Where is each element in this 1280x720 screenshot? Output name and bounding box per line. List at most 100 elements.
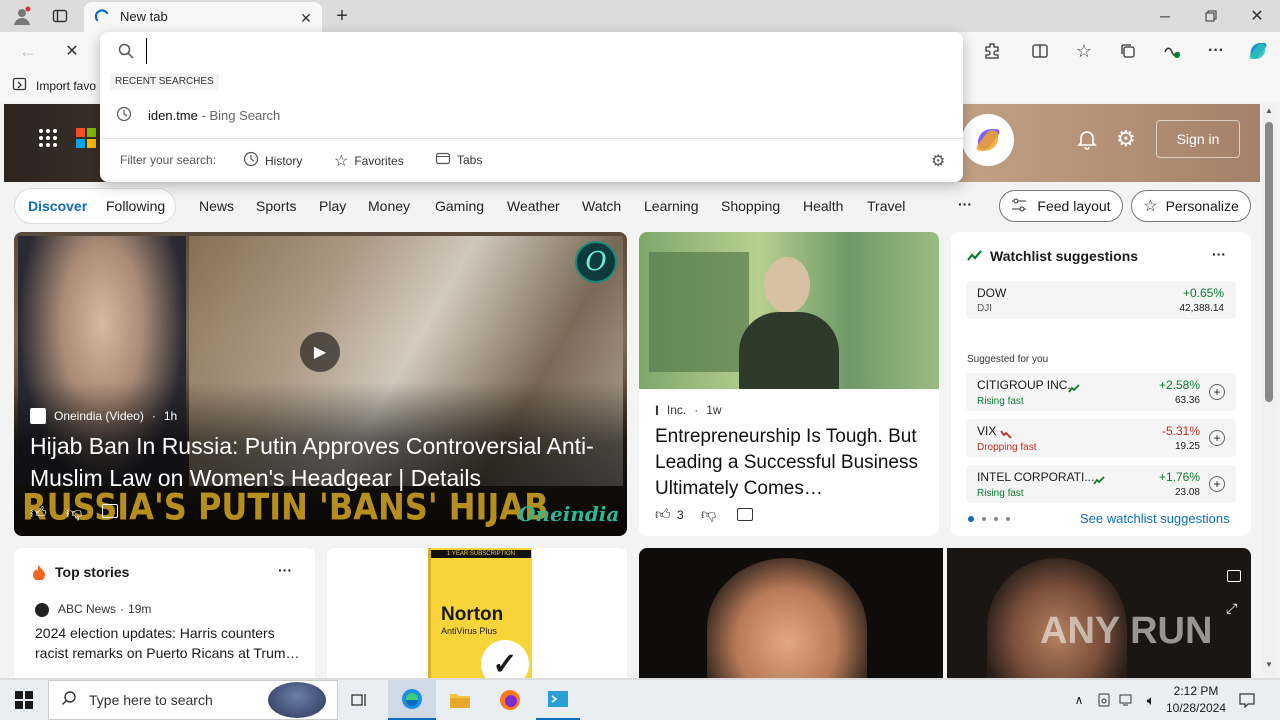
sign-in-button[interactable]: Sign in [1156,120,1240,158]
hero-article-card[interactable]: O ▶ Oneindia (Video) · 1h Hijab Ban In R… [14,232,627,536]
scroll-up-icon[interactable]: ▲ [1265,106,1273,115]
ad-top-text: 1 YEAR SUBSCRIPTION [431,550,531,558]
scroll-thumb[interactable] [1265,122,1273,402]
split-screen-icon[interactable] [1028,39,1052,63]
comment-icon[interactable] [102,504,118,518]
filter-favorites[interactable]: ☆ Favorites [334,151,404,171]
nav-play[interactable]: Play [319,198,346,214]
taskbar-time: 2:12 PM [1173,684,1219,698]
close-tab-icon[interactable]: ✕ [296,8,316,28]
back-icon[interactable]: ← [16,39,40,63]
volume-icon[interactable]: 🔈︎ [1140,680,1162,720]
suggestion-settings-icon[interactable]: ⚙ [931,151,945,171]
page-scrollbar[interactable]: ▲ ▼ [1262,104,1276,676]
close-window-button[interactable]: ✕ [1242,4,1272,28]
feed-layout-button[interactable]: Feed layout [999,190,1123,222]
extensions-icon[interactable] [980,39,1004,63]
feed-layout-label: Feed layout [1037,198,1111,214]
file-explorer-icon[interactable] [438,680,482,720]
see-watchlist-link[interactable]: See watchlist suggestions [1080,511,1230,526]
history-icon [243,151,259,170]
inc-title[interactable]: Entrepreneurship Is Tough. But Leading a… [655,424,927,502]
inc-like-icon[interactable]: 👍︎ [655,506,671,524]
address-suggestions: RECENT SEARCHES iden.tme - Bing Search F… [100,32,963,182]
nav-watch[interactable]: Watch [582,198,621,214]
new-tab-button[interactable]: + [330,4,354,28]
collections-icon[interactable] [1116,39,1140,63]
nav-health[interactable]: Health [803,198,843,214]
story-source: ABC News [58,602,117,616]
nav-weather[interactable]: Weather [507,198,560,214]
nav-gaming[interactable]: Gaming [435,198,484,214]
inc-comment-icon[interactable] [737,508,753,521]
nav-news[interactable]: News [199,198,234,214]
suggestions-divider [100,138,963,139]
inc-dislike-icon[interactable]: 👎︎ [701,506,716,524]
tab-discover[interactable]: Discover [28,198,87,214]
profile-icon[interactable] [8,4,36,28]
watchlist-trend-icon [967,249,983,267]
hero-banner-text: RUSSIA'S PUTIN 'BANS' HIJAB [22,485,549,529]
tray-device-icon[interactable] [1094,680,1114,720]
address-input[interactable] [146,38,946,64]
flame-icon [32,564,46,585]
nav-money[interactable]: Money [368,198,410,214]
add-citigroup-button[interactable]: + [1209,384,1225,400]
nav-sports[interactable]: Sports [256,198,296,214]
watchlist-more-icon[interactable]: ··· [1212,246,1226,262]
expand-icon[interactable]: ⤢ [1226,600,1237,617]
network-icon[interactable] [1116,680,1138,720]
stock-value-vix: 19.25 [1174,441,1200,452]
filter-history[interactable]: History [243,151,302,170]
more-menu-icon[interactable]: ··· [1204,39,1228,63]
copilot-icon[interactable] [1244,38,1272,64]
taskbar-clock[interactable]: 2:12 PM 10/28/2024 [1164,683,1228,717]
add-vix-button[interactable]: + [1209,430,1225,446]
trump-photo-card[interactable] [639,548,943,678]
play-video-button[interactable]: ▶ [300,332,340,372]
minimize-button[interactable]: ─ [1150,4,1180,28]
nav-learning[interactable]: Learning [644,198,699,214]
tab-actions-icon[interactable] [48,4,72,28]
scroll-down-icon[interactable]: ▼ [1265,660,1273,669]
tab-following[interactable]: Following [106,198,165,214]
taskbar-edge-icon[interactable] [388,680,436,720]
notification-center-icon[interactable] [1234,680,1260,720]
dislike-icon[interactable]: 👎︎ [66,504,82,523]
tab-new-tab[interactable]: New tab ✕ [84,2,322,32]
task-view-icon[interactable] [340,680,380,720]
personalize-button[interactable]: ☆ Personalize [1131,190,1251,222]
firefox-icon[interactable] [488,680,532,720]
filter-tabs[interactable]: Tabs [435,151,482,168]
start-button[interactable] [0,680,48,720]
ad-card[interactable]: 1 YEAR SUBSCRIPTION Norton AntiVirus Plu… [327,548,627,678]
pagination-dots[interactable] [968,516,1010,522]
nav-travel[interactable]: Travel [867,198,905,214]
story-headline[interactable]: 2024 election updates: Harris counters r… [35,623,303,663]
import-favorites-item[interactable]: Import favo [12,76,96,95]
maximize-button[interactable] [1196,4,1226,28]
notifications-icon[interactable] [1076,128,1100,152]
article-card-inc[interactable]: I Inc. · 1w Entrepreneurship Is Tough. B… [639,232,939,536]
like-icon[interactable]: 👍︎ [30,504,47,523]
filter-label: Filter your search: [120,153,217,167]
settings-gear-icon[interactable]: ⚙ [1116,128,1140,152]
inc-source: Inc. [666,403,687,417]
gallery-icon[interactable] [1227,570,1241,582]
add-intel-button[interactable]: + [1209,476,1225,492]
dot-separator: · [151,409,156,423]
stop-loading-icon[interactable]: ✕ [60,39,84,63]
copilot-page-icon[interactable] [962,114,1014,166]
terminal-app-icon[interactable] [536,680,580,720]
article-image [639,232,939,389]
search-icon [118,43,134,62]
favorites-icon[interactable]: ☆ [1072,39,1096,63]
nav-shopping[interactable]: Shopping [721,198,780,214]
browser-essentials-icon[interactable] [1160,39,1184,63]
top-stories-more-icon[interactable]: ··· [278,562,292,578]
app-launcher-icon[interactable] [38,128,58,148]
tray-overflow-icon[interactable]: ∧ [1068,680,1090,720]
nav-more[interactable]: ··· [958,196,972,212]
ad-product: AntiVirus Plus [441,626,497,636]
recent-search-item[interactable]: iden.tme - Bing Search [116,106,280,125]
